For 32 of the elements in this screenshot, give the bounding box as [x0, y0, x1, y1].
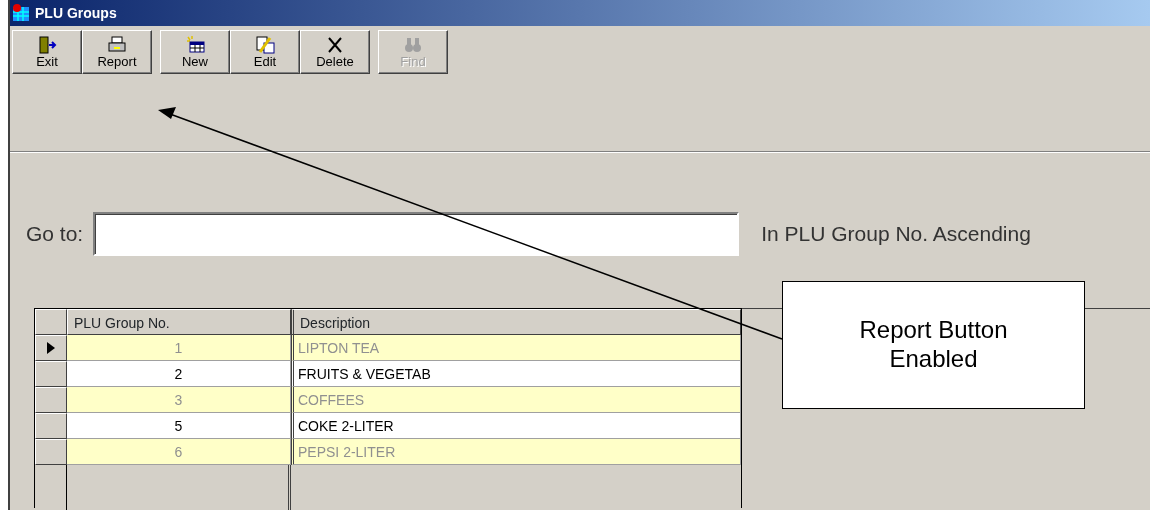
window-title: PLU Groups — [35, 3, 117, 23]
column-header[interactable]: PLU Group No. — [67, 309, 291, 335]
goto-label: Go to: — [26, 221, 84, 248]
edit-table-icon — [255, 34, 275, 55]
row-selector[interactable] — [35, 387, 67, 413]
new-button[interactable]: New — [160, 30, 230, 74]
table-cell: COFFEES — [291, 387, 741, 413]
table-cell: 6 — [67, 439, 291, 465]
app-icon — [12, 4, 30, 22]
table-cell: 2 — [67, 361, 291, 387]
table-cell: 1 — [67, 335, 291, 361]
sort-order-text: In PLU Group No. Ascending — [761, 221, 1031, 248]
delete-button[interactable]: Delete — [300, 30, 370, 74]
goto-field[interactable] — [93, 212, 740, 256]
table-cell: LIPTON TEA — [291, 335, 741, 361]
callout-box: Report Button Enabled — [782, 281, 1085, 409]
row-selector[interactable] — [35, 413, 67, 439]
row-pointer-icon — [47, 342, 55, 354]
table-cell: 3 — [67, 387, 291, 413]
row-selector[interactable] — [35, 439, 67, 465]
table-cell: 5 — [67, 413, 291, 439]
edit-button[interactable]: Edit — [230, 30, 300, 74]
row-selector[interactable] — [35, 335, 67, 361]
door-icon — [37, 34, 57, 55]
row-selector[interactable] — [35, 361, 67, 387]
exit-button[interactable]: Exit — [12, 30, 82, 74]
table-cell: PEPSI 2-LITER — [291, 439, 741, 465]
table-cell: FRUITS & VEGETAB — [291, 361, 741, 387]
table-cell: COKE 2-LITER — [291, 413, 741, 439]
new-table-icon — [185, 34, 205, 55]
printer-icon — [107, 34, 127, 55]
report-button[interactable]: Report — [82, 30, 152, 74]
